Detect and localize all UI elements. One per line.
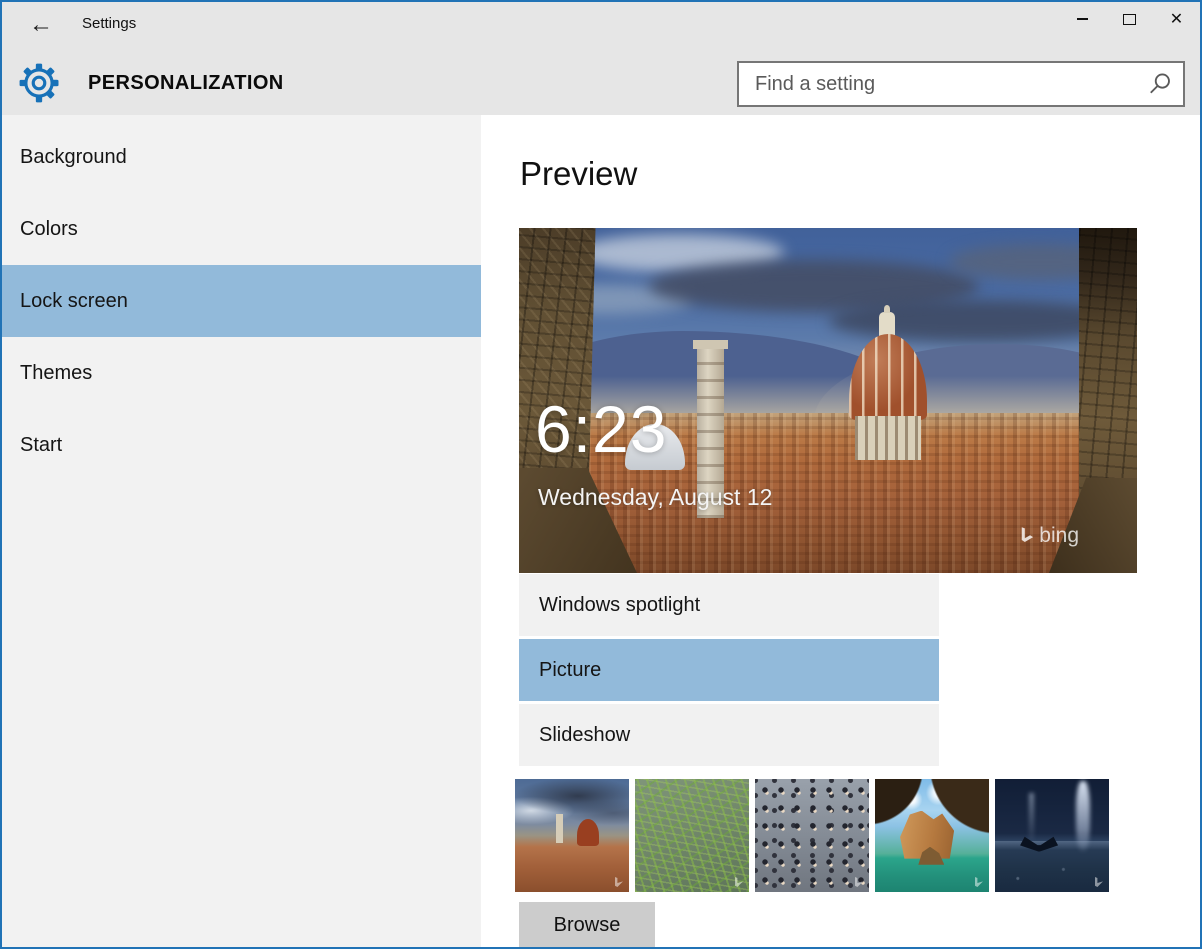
mini-dome-shape <box>577 819 599 846</box>
close-icon: ✕ <box>1170 9 1183 29</box>
main-content: Preview 6:23 Wednesday, August <box>483 115 1200 947</box>
spray-shape <box>1076 781 1090 851</box>
option-slideshow[interactable]: Slideshow <box>519 704 939 766</box>
bing-watermark-label: bing <box>1039 524 1079 548</box>
sidebar-item-label: Start <box>20 434 62 457</box>
sidebar-item-colors[interactable]: Colors <box>2 193 481 265</box>
dome-drum <box>855 416 921 460</box>
sidebar-item-lock-screen[interactable]: Lock screen <box>2 265 481 337</box>
search-icon[interactable] <box>1147 71 1173 97</box>
thumbnail-sea-cave-beach[interactable] <box>875 779 989 892</box>
minimize-icon <box>1077 18 1088 20</box>
bing-logo-icon <box>1020 527 1034 545</box>
sidebar: Background Colors Lock screen Themes Sta… <box>2 115 481 947</box>
page-title: PERSONALIZATION <box>88 72 284 95</box>
sidebar-item-label: Background <box>20 146 127 169</box>
sidebar-item-label: Colors <box>20 218 78 241</box>
maximize-button[interactable] <box>1106 2 1153 36</box>
browse-button[interactable]: Browse <box>519 902 655 949</box>
sidebar-item-start[interactable]: Start <box>2 409 481 481</box>
sidebar-item-label: Lock screen <box>20 290 128 313</box>
preview-heading: Preview <box>520 155 637 193</box>
mini-tower-shape <box>556 814 563 843</box>
bing-watermark: bing <box>1020 524 1079 548</box>
app-title: Settings <box>82 15 136 32</box>
thumbnail-green-seaweed[interactable] <box>635 779 749 892</box>
minimize-button[interactable] <box>1059 2 1106 36</box>
thumbnail-whale-blow[interactable] <box>995 779 1109 892</box>
spray-shape <box>1029 793 1034 840</box>
option-label: Slideshow <box>539 724 630 747</box>
titlebar[interactable]: ← Settings ✕ <box>2 2 1200 115</box>
lock-screen-time: 6:23 <box>535 396 667 462</box>
window-controls: ✕ <box>1059 2 1200 36</box>
sidebar-item-themes[interactable]: Themes <box>2 337 481 409</box>
search-box <box>737 61 1185 107</box>
option-windows-spotlight[interactable]: Windows spotlight <box>519 574 939 636</box>
lock-screen-date: Wednesday, August 12 <box>538 484 772 511</box>
cathedral-dome <box>847 308 929 488</box>
dome-cap <box>849 334 927 420</box>
back-button[interactable]: ← <box>20 8 62 42</box>
option-label: Picture <box>539 659 601 682</box>
settings-gear-icon <box>18 62 60 104</box>
maximize-icon <box>1123 14 1136 25</box>
back-arrow-icon: ← <box>29 11 53 38</box>
sidebar-item-label: Themes <box>20 362 92 385</box>
picture-thumbnails <box>515 779 1109 892</box>
settings-window: ← Settings ✕ <box>0 0 1202 949</box>
thumbnail-penguin-colony[interactable] <box>755 779 869 892</box>
option-picture[interactable]: Picture <box>519 639 939 701</box>
background-options-list: Windows spotlight Picture Slideshow <box>519 574 939 769</box>
lock-screen-preview-image: 6:23 Wednesday, August 12 bing <box>519 228 1137 573</box>
thumbnail-florence-cathedral[interactable] <box>515 779 629 892</box>
close-button[interactable]: ✕ <box>1153 2 1200 36</box>
search-input[interactable] <box>739 73 1147 96</box>
sidebar-item-background[interactable]: Background <box>2 121 481 193</box>
option-label: Windows spotlight <box>539 594 700 617</box>
